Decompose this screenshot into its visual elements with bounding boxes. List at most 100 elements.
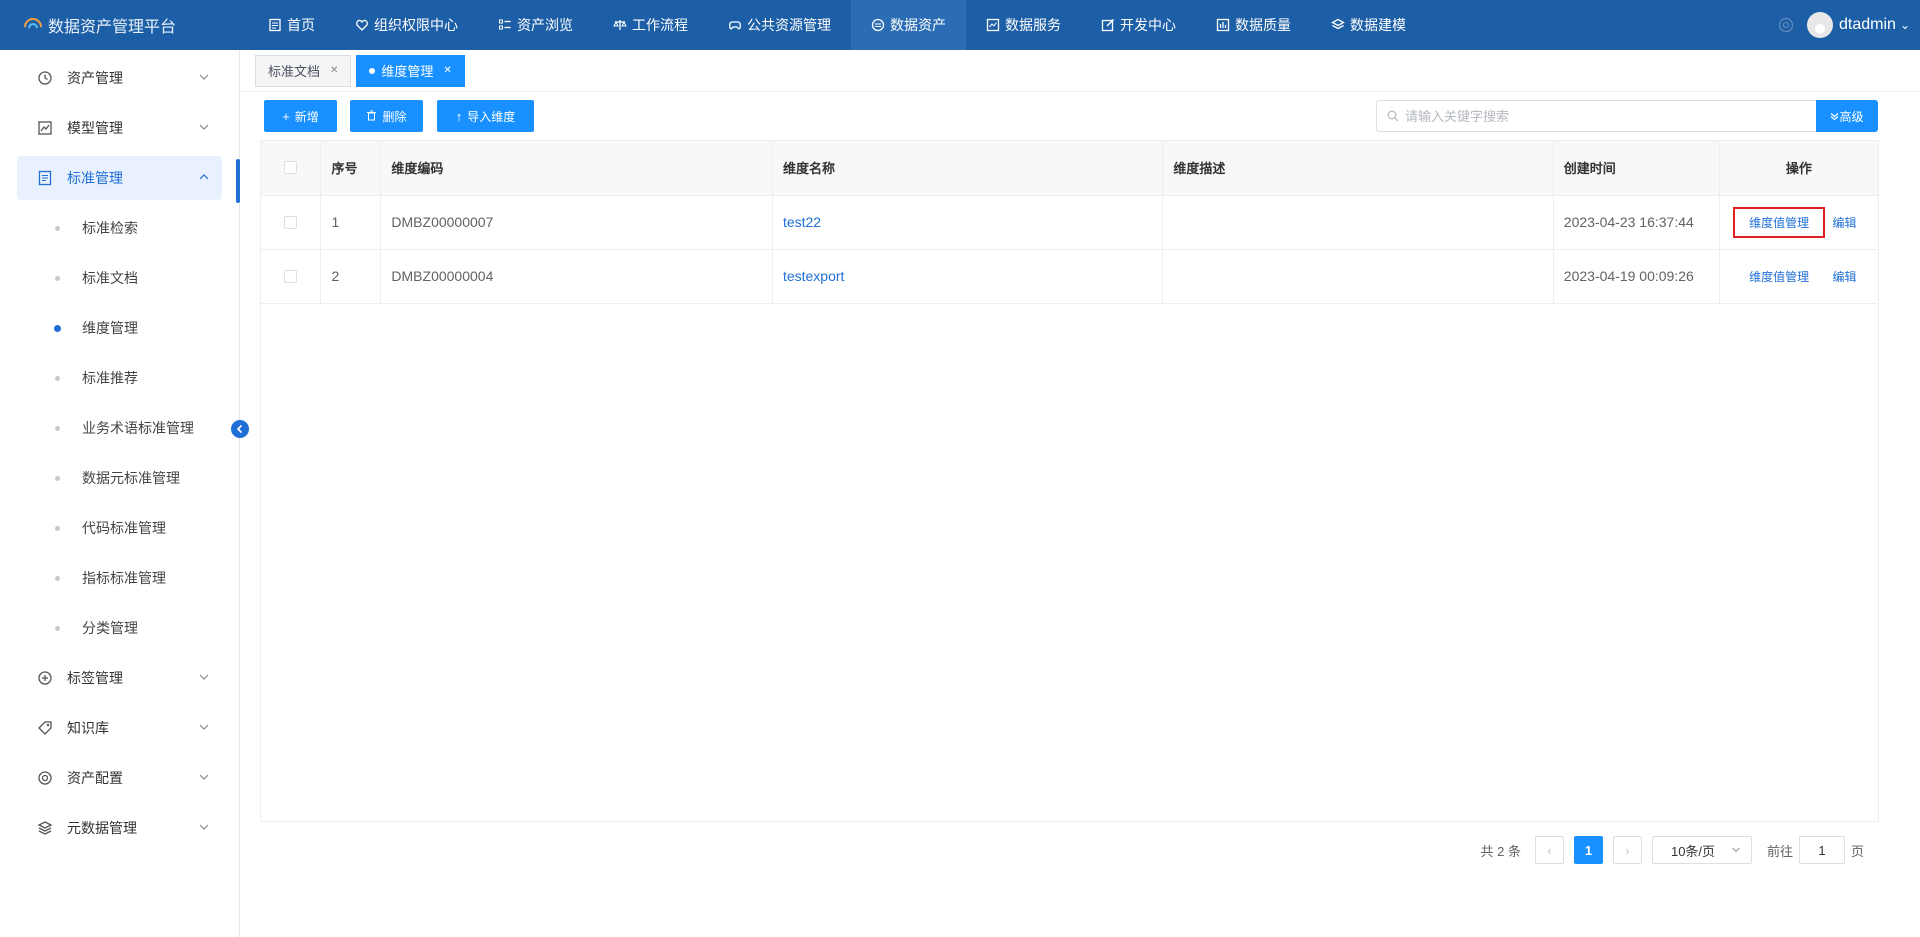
doc-list-icon — [37, 170, 53, 186]
stack-icon — [37, 820, 53, 836]
chevron-down-icon[interactable]: ⌄ — [1900, 18, 1910, 32]
list-icon — [498, 18, 512, 32]
sidebar-collapse-button[interactable] — [231, 420, 249, 438]
sidebar-subitem-standard-recommend[interactable]: 标准推荐 — [0, 356, 239, 400]
user-area: dtadmin ⌄ — [1777, 0, 1920, 50]
nav-item-workflow[interactable]: 工作流程 — [593, 0, 708, 50]
user-name[interactable]: dtadmin — [1839, 16, 1896, 34]
nav-label: 数据服务 — [1005, 17, 1061, 33]
edit-button[interactable]: 编辑 — [1826, 265, 1862, 288]
sidebar-item-asset-config[interactable]: 资产配置 — [17, 756, 222, 800]
add-button-label: 新增 — [294, 109, 319, 124]
sidebar-subitem-standard-document[interactable]: 标准文档 — [0, 256, 239, 300]
nav-label: 资产浏览 — [517, 17, 573, 33]
tab-dimension-management[interactable]: 维度管理 ✕ — [356, 54, 465, 87]
sidebar-subitem-label: 维度管理 — [82, 320, 138, 336]
nav-item-data-modeling[interactable]: 数据建模 — [1311, 0, 1426, 50]
nav-item-data-service[interactable]: 数据服务 — [966, 0, 1081, 50]
sidebar-subitem-dimension-management[interactable]: 维度管理 — [0, 306, 239, 350]
bar-chart-icon — [1216, 18, 1230, 32]
dimension-value-manage-button[interactable]: 维度值管理 — [1735, 265, 1823, 288]
active-dot-icon — [369, 67, 376, 74]
desc-cell — [1162, 249, 1554, 304]
sidebar-item-tag-management[interactable]: 标签管理 — [17, 656, 222, 700]
toolbar: + 新增 删除 ↑ 导入维度 高级 — [264, 100, 1878, 132]
tab-standard-document[interactable]: 标准文档 ✕ — [255, 54, 352, 87]
gamepad-icon — [728, 18, 742, 32]
row-checkbox[interactable] — [284, 269, 298, 283]
actions-cell: 维度值管理 编辑 — [1719, 195, 1878, 250]
nav-label: 公共资源管理 — [747, 17, 831, 33]
row-checkbox[interactable] — [284, 215, 298, 229]
plus-icon: + — [282, 108, 290, 124]
nav-item-home[interactable]: 首页 — [248, 0, 335, 50]
search-input[interactable] — [1405, 108, 1795, 124]
sidebar-subitem-business-term[interactable]: 业务术语标准管理 — [0, 406, 239, 450]
nav-item-public-resource[interactable]: 公共资源管理 — [708, 0, 851, 50]
column-header: 维度编码 — [380, 141, 773, 196]
chevron-down-icon — [199, 824, 209, 830]
sidebar-item-metadata-management[interactable]: 元数据管理 — [17, 806, 222, 850]
nav-item-org-permission[interactable]: 组织权限中心 — [335, 0, 478, 50]
sidebar: 资产管理 模型管理 标准管理 标准检索 标准文档 维度管理 标准推荐 业务术语标… — [0, 50, 240, 937]
chevron-down-icon — [199, 674, 209, 680]
next-page-button[interactable]: › — [1612, 836, 1642, 864]
table-row: 1 DMBZ00000007 test22 2023-04-23 16:37:4… — [261, 195, 1878, 250]
chevron-down-icon — [199, 774, 209, 780]
page-size-select[interactable]: 10条/页 — [1651, 836, 1752, 864]
column-header: 维度名称 — [772, 141, 1164, 196]
nav-item-asset-browse[interactable]: 资产浏览 — [478, 0, 593, 50]
edit-button[interactable]: 编辑 — [1826, 211, 1862, 234]
sidebar-subitem-code-standard[interactable]: 代码标准管理 — [0, 506, 239, 550]
avatar[interactable] — [1807, 12, 1834, 38]
nav-label: 工作流程 — [632, 17, 688, 33]
select-all-checkbox[interactable] — [284, 161, 298, 175]
pagination: 共 2 条 ‹ 1 › 10条/页 前往 1 页 — [1481, 835, 1864, 865]
app-logo[interactable]: 数据资产管理平台 — [0, 0, 240, 50]
heart-shield-icon — [355, 18, 369, 32]
sidebar-subitem-label: 业务术语标准管理 — [82, 420, 194, 436]
sidebar-item-label: 知识库 — [67, 720, 109, 736]
edit-icon — [1101, 18, 1115, 32]
sidebar-subitem-indicator-standard[interactable]: 指标标准管理 — [0, 556, 239, 600]
page-number-button[interactable]: 1 — [1573, 836, 1603, 864]
import-dimension-button[interactable]: ↑ 导入维度 — [437, 100, 534, 132]
nav-item-data-asset[interactable]: 数据资产 — [851, 0, 966, 50]
advanced-search-button[interactable]: 高级 — [1816, 100, 1878, 132]
nav-item-data-quality[interactable]: 数据质量 — [1196, 0, 1311, 50]
sidebar-item-standard-management[interactable]: 标准管理 — [17, 156, 222, 200]
add-button[interactable]: + 新增 — [264, 100, 337, 132]
close-icon[interactable]: ✕ — [330, 65, 338, 76]
nav-item-dev-center[interactable]: 开发中心 — [1081, 0, 1196, 50]
document-icon — [268, 18, 282, 32]
plus-circle-icon — [37, 670, 53, 686]
sidebar-subitem-standard-search[interactable]: 标准检索 — [0, 206, 239, 250]
sidebar-item-knowledge-base[interactable]: 知识库 — [17, 706, 222, 750]
advanced-label: 高级 — [1839, 109, 1864, 124]
openai-icon[interactable] — [1777, 16, 1795, 34]
close-icon[interactable]: ✕ — [443, 65, 451, 76]
chevron-left-icon: ‹ — [1547, 842, 1552, 858]
dimension-value-manage-button[interactable]: 维度值管理 — [1733, 206, 1826, 238]
dimension-name-link[interactable]: test22 — [783, 214, 821, 230]
nav-label: 开发中心 — [1120, 17, 1176, 33]
tab-label: 标准文档 — [268, 64, 321, 79]
sidebar-item-asset-management[interactable]: 资产管理 — [17, 56, 222, 100]
code-cell: DMBZ00000007 — [380, 195, 773, 250]
search-box — [1376, 100, 1816, 132]
chevron-down-icon — [1732, 847, 1740, 853]
index-cell: 1 — [320, 195, 382, 250]
table-header-row: 序号 维度编码 维度名称 维度描述 创建时间 操作 — [261, 141, 1878, 196]
data-asset-icon — [871, 18, 885, 32]
delete-button[interactable]: 删除 — [350, 100, 423, 132]
prev-page-button[interactable]: ‹ — [1534, 836, 1564, 864]
column-header: 创建时间 — [1553, 141, 1720, 196]
sidebar-subitem-data-element[interactable]: 数据元标准管理 — [0, 456, 239, 500]
sidebar-subitem-category[interactable]: 分类管理 — [0, 606, 239, 650]
dimension-name-link[interactable]: testexport — [783, 268, 844, 284]
created-cell: 2023-04-23 16:37:44 — [1553, 195, 1720, 250]
sidebar-subitem-label: 数据元标准管理 — [82, 470, 180, 486]
column-header: 操作 — [1719, 141, 1878, 196]
sidebar-item-model-management[interactable]: 模型管理 — [17, 106, 222, 150]
goto-page-input[interactable]: 1 — [1798, 836, 1845, 864]
